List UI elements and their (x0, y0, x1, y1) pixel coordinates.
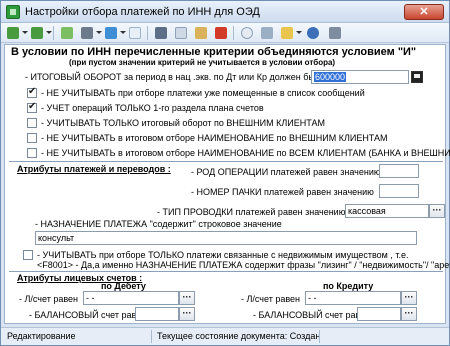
status-separator (151, 330, 152, 343)
doc-icon[interactable] (127, 25, 143, 41)
info-icon[interactable] (305, 25, 321, 41)
option-label-1: - УЧЕТ операций ТОЛЬКО 1-го раздела план… (41, 103, 264, 113)
page-subtitle: (при пустом значении критерий не учитыва… (69, 58, 336, 67)
turnover-label: - ИТОГОВЫЙ ОБОРОТ за период в нац .экв. … (25, 72, 337, 82)
option-label-4: - НЕ УЧИТЫВАТЬ в итоговом отборе НАИМЕНО… (41, 148, 450, 158)
app-icon (6, 5, 20, 19)
op-code-input[interactable] (379, 164, 419, 178)
debit-account-label: - Л/счет равен (19, 294, 78, 304)
realty-label: - УЧИТЫВАТЬ при отборе ТОЛЬКО платежи св… (37, 250, 409, 260)
divider (9, 161, 443, 162)
mail-icon[interactable] (279, 25, 295, 41)
debit-balance-browse-button[interactable]: ··· (179, 307, 195, 321)
settings-window: Настройки отбора платежей по ИНН для ОЭД… (0, 0, 450, 346)
posting-type-browse-button[interactable]: ··· (429, 204, 445, 218)
status-separator (319, 330, 320, 343)
status-mode: Редактирование (7, 331, 76, 341)
pack-number-input[interactable] (379, 184, 419, 198)
exit-icon[interactable] (327, 25, 343, 41)
option-checkbox-4[interactable] (27, 148, 37, 158)
back-icon[interactable] (5, 25, 21, 41)
credit-balance-input[interactable] (357, 307, 401, 321)
debit-header: по Дебету (101, 281, 146, 291)
debit-balance-input[interactable] (135, 307, 179, 321)
settings-panel: В условии по ИНН перечисленные критерии … (4, 44, 450, 324)
new-doc-icon[interactable] (59, 25, 75, 41)
chevron-down-icon[interactable] (120, 31, 126, 34)
option-label-2: - УЧИТЫВАТЬ ТОЛЬКО итоговый оборот по ВН… (41, 118, 325, 128)
close-button[interactable]: ✕ (404, 4, 444, 20)
chevron-down-icon[interactable] (46, 31, 52, 34)
chevron-down-icon[interactable] (22, 31, 28, 34)
cut-icon[interactable] (153, 25, 169, 41)
credit-balance-label: - БАЛАНСОВЫЙ счет равен (253, 310, 371, 320)
op-code-label: - РОД ОПЕРАЦИИ платежей равен значению (191, 167, 381, 177)
link-icon[interactable] (259, 25, 275, 41)
status-doc-state: Текущее состояние документа: Создан (157, 331, 321, 341)
delete-icon[interactable] (213, 25, 229, 41)
export-icon[interactable] (103, 25, 119, 41)
calculator-icon[interactable] (411, 71, 423, 83)
option-checkbox-0[interactable] (27, 86, 37, 98)
credit-header: по Кредиту (323, 281, 374, 291)
debit-account-browse-button[interactable]: ··· (179, 291, 195, 305)
credit-account-input[interactable]: - - (305, 291, 401, 305)
window-title: Настройки отбора платежей по ИНН для ОЭД (25, 6, 260, 18)
toolbar-separator (53, 26, 54, 40)
option-label-0: - НЕ УЧИТЫВАТЬ при отборе платежи уже по… (41, 88, 365, 98)
toolbar-separator (233, 26, 234, 40)
purpose-label: - НАЗНАЧЕНИЕ ПЛАТЕЖА "содержит" строково… (35, 219, 282, 229)
debit-balance-label: - БАЛАНСОВЫЙ счет равен (29, 310, 147, 320)
credit-balance-browse-button[interactable]: ··· (401, 307, 417, 321)
chevron-down-icon[interactable] (296, 31, 302, 34)
paste-icon[interactable] (193, 25, 209, 41)
page-title: В условии по ИНН перечисленные критерии … (11, 46, 417, 58)
title-bar: Настройки отбора платежей по ИНН для ОЭД… (1, 1, 449, 23)
forward-icon[interactable] (29, 25, 45, 41)
posting-type-input[interactable]: кассовая проводка (345, 204, 429, 218)
debit-account-input[interactable]: - - (83, 291, 179, 305)
option-checkbox-3[interactable] (27, 133, 37, 143)
copy-icon[interactable] (173, 25, 189, 41)
credit-account-browse-button[interactable]: ··· (401, 291, 417, 305)
realty-checkbox[interactable] (23, 250, 33, 260)
option-label-3: - НЕ УЧИТЫВАТЬ в итоговом отборе НАИМЕНО… (41, 133, 388, 143)
clock-icon[interactable] (239, 25, 255, 41)
option-checkbox-2[interactable] (27, 118, 37, 128)
credit-account-label: - Л/счет равен (241, 294, 300, 304)
payment-attributes-title: Атрибуты платежей и переводов : (17, 164, 171, 174)
toolbar (1, 23, 449, 43)
turnover-input[interactable]: 600000 (311, 70, 409, 84)
realty-description: <F8001> - Да,а именно НАЗНАЧЕНИЕ ПЛАТЕЖА… (37, 260, 450, 270)
toolbar-separator (147, 26, 148, 40)
purpose-input[interactable]: консульт (35, 231, 417, 245)
print-icon[interactable] (79, 25, 95, 41)
option-checkbox-1[interactable] (27, 101, 37, 113)
pack-number-label: - НОМЕР ПАЧКИ платежей равен значению (191, 187, 374, 197)
status-bar: Редактирование Текущее состояние докумен… (1, 327, 449, 345)
chevron-down-icon[interactable] (96, 31, 102, 34)
divider (9, 271, 443, 272)
posting-type-label: - ТИП ПРОВОДКИ платежей равен значению (157, 207, 346, 217)
